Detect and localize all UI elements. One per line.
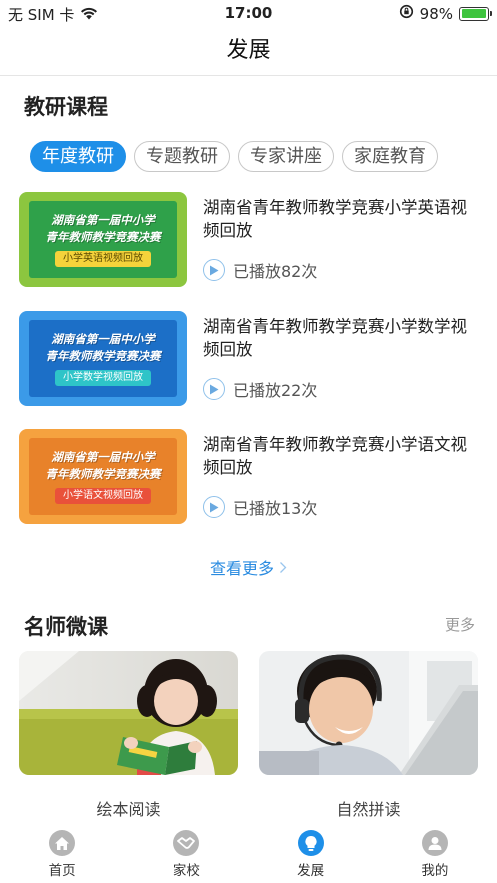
course-thumbnail[interactable]: 湖南省第一届中小学 青年教师教学竞赛决赛 小学语文视频回放 [19, 429, 187, 524]
micro-more-link[interactable]: 更多 [445, 614, 475, 635]
girl-reading-image [19, 651, 238, 775]
play-count-label: 已播放82次 [233, 262, 318, 281]
tabbar-item-home[interactable]: 首页 [0, 826, 124, 883]
nav-bar: 发展 [0, 26, 497, 76]
boy-headset-image [259, 651, 478, 775]
tabbar-label: 首页 [48, 863, 76, 879]
bottom-tab-bar: 首页 家校 发展 我的 [0, 826, 497, 883]
thumbnail-line-2: 青年教师教学竞赛决赛 [45, 229, 161, 244]
course-title[interactable]: 湖南省青年教师教学竞赛小学语文视频回放 [203, 433, 473, 479]
tabbar-label: 我的 [421, 863, 449, 879]
tab-expert-lecture[interactable]: 专家讲座 [238, 141, 334, 172]
thumbnail-line-2: 青年教师教学竞赛决赛 [45, 466, 161, 481]
course-play-count: 已播放13次 [203, 495, 317, 519]
user-icon [421, 830, 448, 856]
view-more-label: 查看更多 [209, 559, 274, 578]
tabbar-item-mine[interactable]: 我的 [373, 826, 497, 883]
course-play-count: 已播放82次 [203, 258, 317, 282]
course-thumbnail-banner: 湖南省第一届中小学 青年教师教学竞赛决赛 小学数学视频回放 [29, 320, 177, 397]
play-icon [203, 259, 225, 281]
status-bar: 无 SIM 卡 17:00 98% [0, 0, 497, 26]
handshake-icon [173, 830, 200, 856]
course-item[interactable]: 湖南省第一届中小学 青年教师教学竞赛决赛 小学英语视频回放 湖南省青年教师教学竞… [19, 192, 479, 288]
play-icon [203, 496, 225, 518]
tabbar-item-home-school[interactable]: 家校 [124, 826, 248, 883]
course-thumbnail[interactable]: 湖南省第一届中小学 青年教师教学竞赛决赛 小学英语视频回放 [19, 192, 187, 287]
view-more-link[interactable]: 查看更多 [0, 555, 497, 579]
tab-topic-research[interactable]: 专题教研 [134, 141, 230, 172]
play-count-label: 已播放22次 [233, 381, 318, 400]
tab-annual-research[interactable]: 年度教研 [30, 141, 126, 172]
page-title: 发展 [226, 38, 271, 63]
course-thumbnail[interactable]: 湖南省第一届中小学 青年教师教学竞赛决赛 小学数学视频回放 [19, 311, 187, 406]
course-play-count: 已播放22次 [203, 377, 317, 401]
thumbnail-line-1: 湖南省第一届中小学 [51, 331, 155, 346]
research-section-title: 教研课程 [24, 95, 108, 119]
course-thumbnail-banner: 湖南省第一届中小学 青年教师教学竞赛决赛 小学语文视频回放 [29, 438, 177, 515]
tabbar-item-develop[interactable]: 发展 [249, 826, 373, 883]
battery-percent: 98% [419, 4, 453, 23]
micro-course-card-picture-book[interactable] [19, 651, 238, 775]
tab-family-education[interactable]: 家庭教育 [342, 141, 438, 172]
micro-course-label[interactable]: 绘本阅读 [19, 796, 238, 820]
micro-course-label[interactable]: 自然拼读 [259, 796, 478, 820]
rotation-lock-icon [399, 4, 414, 23]
course-item[interactable]: 湖南省第一届中小学 青年教师教学竞赛决赛 小学数学视频回放 湖南省青年教师教学竞… [19, 311, 479, 407]
micro-section-title: 名师微课 [24, 615, 108, 639]
course-title[interactable]: 湖南省青年教师教学竞赛小学英语视频回放 [203, 196, 473, 242]
tabbar-label: 家校 [172, 863, 200, 879]
thumbnail-badge: 小学语文视频回放 [55, 487, 151, 504]
home-icon [49, 830, 76, 856]
tabbar-label: 发展 [297, 863, 325, 879]
chevron-right-icon [279, 559, 287, 578]
thumbnail-badge: 小学英语视频回放 [55, 250, 151, 267]
play-count-label: 已播放13次 [233, 499, 318, 518]
micro-course-card-phonics[interactable] [259, 651, 478, 775]
research-tabs: 年度教研 专题教研 专家讲座 家庭教育 [30, 141, 438, 172]
thumbnail-line-1: 湖南省第一届中小学 [51, 449, 155, 464]
thumbnail-line-1: 湖南省第一届中小学 [51, 212, 155, 227]
course-item[interactable]: 湖南省第一届中小学 青年教师教学竞赛决赛 小学语文视频回放 湖南省青年教师教学竞… [19, 429, 479, 525]
battery-level [461, 9, 486, 18]
battery-icon [459, 6, 492, 21]
play-icon [203, 378, 225, 400]
course-thumbnail-banner: 湖南省第一届中小学 青年教师教学竞赛决赛 小学英语视频回放 [29, 201, 177, 278]
thumbnail-badge: 小学数学视频回放 [55, 369, 151, 386]
thumbnail-line-2: 青年教师教学竞赛决赛 [45, 348, 161, 363]
lightbulb-icon [297, 830, 324, 856]
course-title[interactable]: 湖南省青年教师教学竞赛小学数学视频回放 [203, 315, 473, 361]
